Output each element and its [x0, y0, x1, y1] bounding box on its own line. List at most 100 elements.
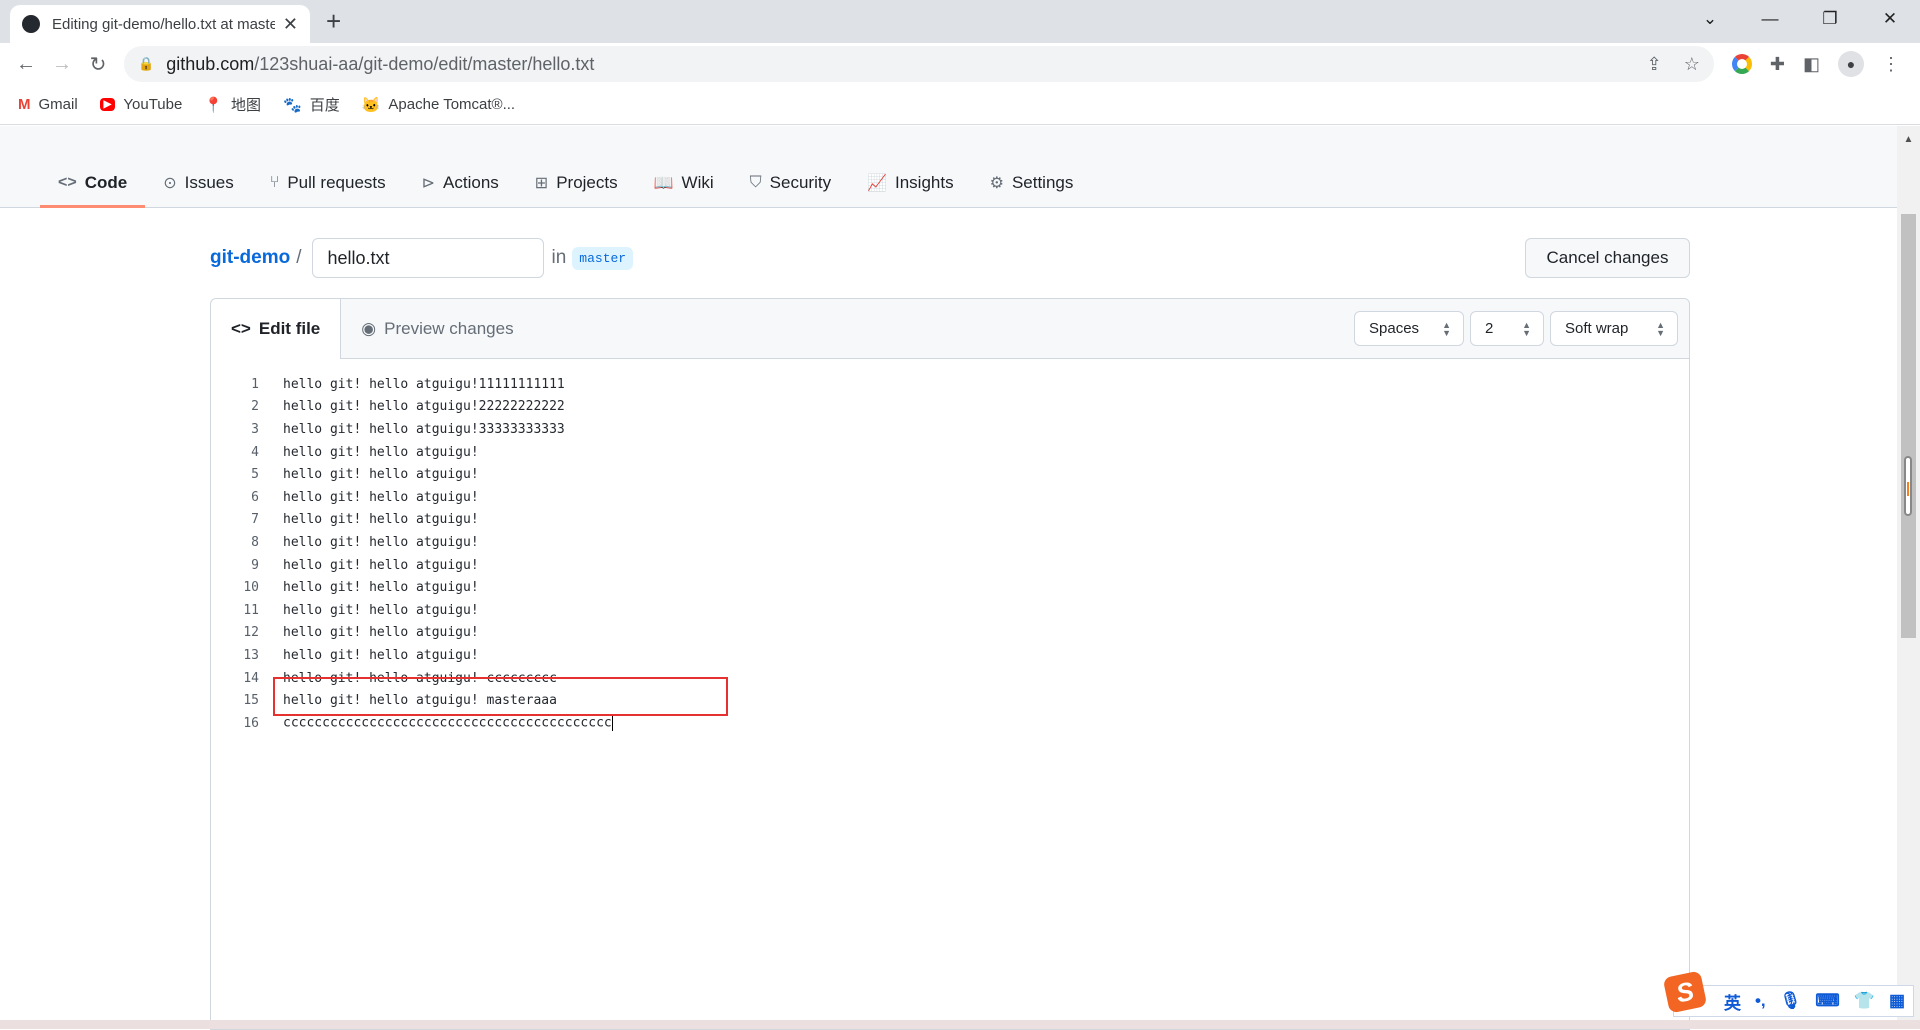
tab-search-icon[interactable]: ⌄ — [1680, 0, 1740, 38]
line-text: hello git! hello atguigu! — [283, 647, 479, 663]
forward-button[interactable]: → — [44, 53, 80, 76]
lock-icon: 🔒 — [138, 56, 155, 71]
url-path: /123shuai-aa/git-demo/edit/master/hello.… — [254, 53, 595, 74]
page-scrollbar[interactable]: ▲ — [1897, 126, 1920, 1020]
nav-issues[interactable]: ⊙ Issues — [145, 159, 252, 207]
code-line[interactable]: 13 hello git! hello atguigu! — [211, 644, 1689, 667]
code-line[interactable]: 9 hello git! hello atguigu! — [211, 554, 1689, 577]
nav-actions[interactable]: ⊳ Actions — [404, 159, 517, 207]
code-line[interactable]: 8 hello git! hello atguigu! — [211, 531, 1689, 554]
keyboard-icon[interactable]: ⌨ — [1815, 991, 1840, 1011]
code-line[interactable]: 1 hello git! hello atguigu!11111111111 — [211, 373, 1689, 396]
nav-wiki[interactable]: 📖 Wiki — [636, 159, 732, 207]
tab-edit-file[interactable]: <> Edit file — [211, 299, 342, 359]
bookmark-star-icon[interactable]: ☆ — [1684, 54, 1700, 75]
select-arrows-icon: ▲ ▼ — [1522, 319, 1531, 338]
play-icon: ⊳ — [421, 175, 436, 192]
line-number: 1 — [251, 376, 259, 392]
nav-insights[interactable]: 📈 Insights — [849, 159, 972, 207]
scroll-marker — [1904, 456, 1912, 516]
filename-input[interactable] — [311, 238, 544, 278]
pull-request-icon: ⑂ — [269, 174, 280, 191]
taskbar — [0, 1020, 1920, 1029]
bookmark-maps[interactable]: 📍 地图 — [204, 94, 261, 115]
skin-icon[interactable]: 👕 — [1854, 991, 1875, 1011]
close-window-button[interactable]: ✕ — [1860, 0, 1920, 38]
line-text: hello git! hello atguigu!22222222222 — [283, 399, 565, 415]
line-number: 11 — [243, 602, 259, 618]
line-number: 5 — [251, 467, 259, 483]
line-number: 10 — [243, 580, 259, 596]
code-line[interactable]: 5 hello git! hello atguigu! — [211, 463, 1689, 486]
code-line[interactable]: 11 hello git! hello atguigu! — [211, 599, 1689, 622]
youtube-icon: ▶ — [99, 98, 116, 111]
tab-title: Editing git-demo/hello.txt at master — [52, 15, 275, 33]
ime-punctuation[interactable]: •, — [1755, 991, 1766, 1011]
side-panel-icon[interactable]: ◧ — [1803, 54, 1820, 75]
back-button[interactable]: ← — [8, 53, 44, 76]
nav-projects[interactable]: ⊞ Projects — [517, 159, 636, 207]
share-icon[interactable]: ⇪ — [1647, 54, 1662, 75]
address-bar[interactable]: 🔒 github.com/123shuai-aa/git-demo/edit/m… — [124, 46, 1714, 82]
repo-link[interactable]: git-demo — [210, 247, 290, 269]
gear-icon: ⚙ — [989, 175, 1004, 192]
scroll-up-arrow-icon[interactable]: ▲ — [1897, 134, 1920, 145]
tomcat-icon: 🐱 — [361, 96, 381, 114]
apps-grid-icon[interactable]: ▦ — [1889, 991, 1905, 1011]
cancel-changes-button[interactable]: Cancel changes — [1525, 238, 1690, 278]
code-line[interactable]: 6 hello git! hello atguigu! — [211, 486, 1689, 509]
line-text: hello git! hello atguigu! — [283, 444, 479, 460]
ime-toolbar: S 英 •, 🎙 ⌨ 👕 ▦ — [1662, 970, 1914, 1017]
in-label: in — [551, 247, 567, 268]
bookmarks-bar: M Gmail ▶ YouTube 📍 地图 🐾 百度 🐱 Apache Tomcat®.… — [0, 85, 1920, 125]
browser-tab[interactable]: Editing git-demo/hello.txt at master ✕ — [10, 5, 310, 43]
scrollbar-thumb[interactable] — [1901, 214, 1916, 638]
sogou-logo-icon: S — [1662, 970, 1708, 1014]
nav-pull-requests[interactable]: ⑂ Pull requests — [252, 159, 404, 207]
nav-code[interactable]: <> Code — [40, 159, 146, 208]
breadcrumb: git-demo / in master — [210, 238, 634, 278]
profile-avatar[interactable]: ● — [1838, 51, 1864, 77]
code-line[interactable]: 3 hello git! hello atguigu!33333333333 — [211, 418, 1689, 441]
bookmark-gmail[interactable]: M Gmail — [18, 96, 78, 113]
wrap-mode-select[interactable]: Soft wrap ▲ ▼ — [1550, 311, 1678, 346]
bookmark-baidu[interactable]: 🐾 百度 — [283, 94, 340, 115]
code-line[interactable]: 12 hello git! hello atguigu! — [211, 622, 1689, 645]
editor-header: <> Edit file ◉ Preview changes Spaces ▲ ▼ 2 ▲… — [211, 299, 1689, 359]
line-number: 6 — [251, 489, 259, 505]
tab-strip: Editing git-demo/hello.txt at master ✕ +… — [0, 0, 1920, 43]
new-tab-button[interactable]: + — [326, 6, 341, 37]
close-tab-icon[interactable]: ✕ — [283, 14, 298, 35]
menu-kebab-icon[interactable]: ⋮ — [1882, 54, 1900, 75]
line-number: 14 — [243, 670, 259, 686]
indent-mode-select[interactable]: Spaces ▲ ▼ — [1354, 311, 1464, 346]
reload-button[interactable]: ↻ — [80, 52, 116, 77]
indent-size-select[interactable]: 2 ▲ ▼ — [1470, 311, 1544, 346]
code-line[interactable]: 4 hello git! hello atguigu! — [211, 441, 1689, 464]
code-line[interactable]: 7 hello git! hello atguigu! — [211, 509, 1689, 532]
line-number: 12 — [243, 625, 259, 641]
github-icon — [22, 15, 40, 33]
google-extension-icon[interactable] — [1731, 54, 1752, 74]
table-icon: ⊞ — [534, 175, 549, 192]
code-line[interactable]: 10 hello git! hello atguigu! — [211, 576, 1689, 599]
extensions-puzzle-icon[interactable]: ✚ — [1770, 54, 1785, 75]
code-icon: <> — [58, 174, 77, 191]
nav-settings[interactable]: ⚙ Settings — [972, 159, 1092, 207]
baidu-icon: 🐾 — [283, 96, 302, 114]
microphone-icon[interactable]: 🎙 — [1780, 991, 1802, 1011]
restore-button[interactable]: ❐ — [1800, 0, 1860, 38]
line-text: hello git! hello atguigu!11111111111 — [283, 376, 565, 392]
code-line[interactable]: 2 hello git! hello atguigu!22222222222 — [211, 396, 1689, 419]
bookmark-youtube[interactable]: ▶ YouTube — [99, 96, 182, 113]
ime-mode[interactable]: 英 — [1724, 989, 1741, 1014]
line-text: hello git! hello atguigu! — [283, 602, 479, 618]
browser-toolbar: ← → ↻ 🔒 github.com/123shuai-aa/git-demo/… — [0, 43, 1920, 85]
line-number: 8 — [251, 534, 259, 550]
maps-icon: 📍 — [204, 96, 224, 114]
tab-preview-changes[interactable]: ◉ Preview changes — [341, 299, 533, 358]
minimize-button[interactable]: — — [1740, 0, 1800, 38]
bookmark-tomcat[interactable]: 🐱 Apache Tomcat®... — [362, 96, 515, 114]
nav-security[interactable]: ⛉ Security — [732, 159, 849, 207]
eye-icon: ◉ — [361, 318, 377, 338]
